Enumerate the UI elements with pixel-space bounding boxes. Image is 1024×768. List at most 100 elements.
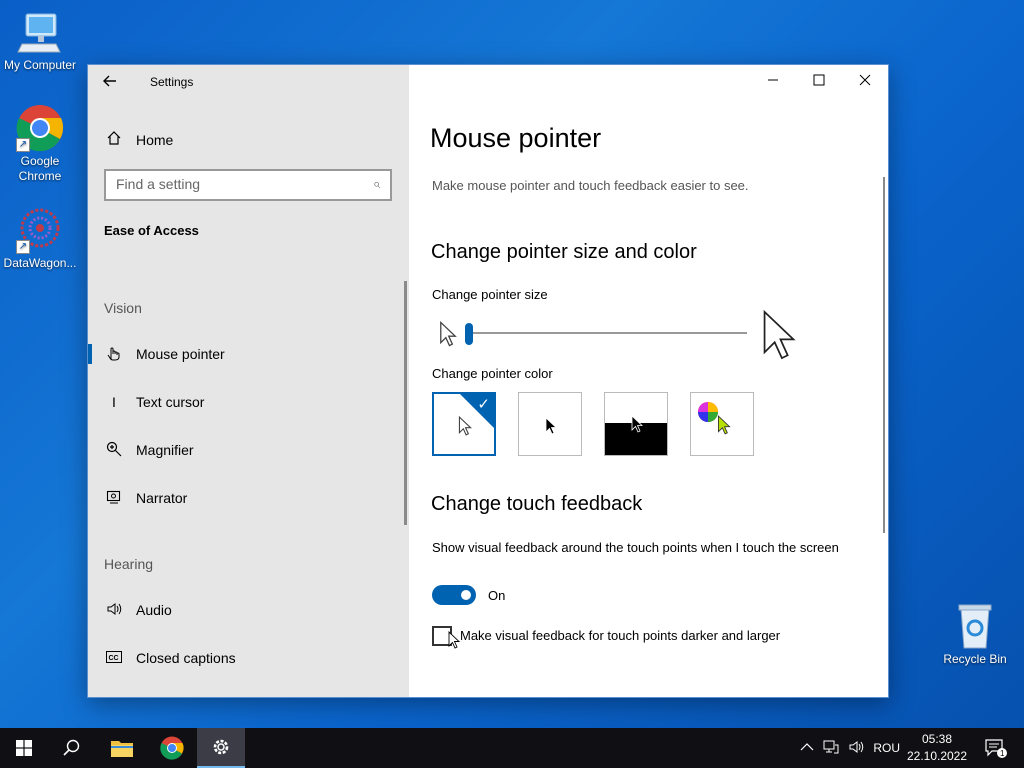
maximize-button[interactable] xyxy=(796,65,842,99)
settings-window: Settings Home Find a setting ⌕ Ease of A… xyxy=(87,64,889,698)
shortcut-arrow-icon: ↗ xyxy=(16,240,30,254)
system-tray: ROU xyxy=(800,728,900,768)
taskbar-chrome[interactable] xyxy=(148,728,196,768)
recycle-bin-icon xyxy=(951,602,999,650)
computer-icon xyxy=(16,8,64,56)
volume-icon[interactable] xyxy=(848,739,864,758)
page-description: Make mouse pointer and touch feedback ea… xyxy=(432,178,749,193)
custom-pointer-icon xyxy=(718,415,731,435)
app-title: Settings xyxy=(150,75,194,89)
start-button[interactable] xyxy=(0,728,48,768)
back-button[interactable] xyxy=(100,71,124,93)
pointer-color-black[interactable] xyxy=(518,392,582,456)
desktop-icon-label: Recycle Bin xyxy=(943,652,1007,666)
desktop-icon-datawagon[interactable]: ↗ DataWagon... xyxy=(0,206,80,271)
folder-icon xyxy=(111,741,133,757)
clock-date: 22.10.2022 xyxy=(906,749,968,763)
checkmark-icon: ✓ xyxy=(477,396,490,413)
network-icon[interactable] xyxy=(823,739,839,758)
notification-count: 1 xyxy=(1000,749,1005,758)
sidebar-item-label: Text cursor xyxy=(136,394,205,410)
touch-feedback-label: Show visual feedback around the touch po… xyxy=(432,540,839,555)
black-pointer-icon xyxy=(545,417,557,435)
home-label: Home xyxy=(136,132,174,148)
taskbar-file-explorer[interactable] xyxy=(98,728,146,768)
color-wheel-icon xyxy=(698,402,718,422)
taskbar: ROU 05:38 22.10.2022 1 xyxy=(0,728,1024,768)
pointer-color-inverted[interactable] xyxy=(604,392,668,456)
titlebar: Settings xyxy=(88,65,409,99)
close-button[interactable] xyxy=(842,65,888,99)
closed-captions-icon: CC xyxy=(104,650,124,667)
darker-feedback-label: Make visual feedback for touch points da… xyxy=(460,628,781,643)
touch-feedback-toggle[interactable] xyxy=(432,585,476,605)
clock[interactable]: 05:38 22.10.2022 xyxy=(905,731,969,765)
pointer-color-custom[interactable] xyxy=(690,392,754,456)
home-icon xyxy=(104,130,124,150)
sidebar-item-label: Narrator xyxy=(136,490,188,506)
main-scrollbar[interactable] xyxy=(883,177,885,533)
narrator-icon xyxy=(104,489,124,508)
minimize-icon xyxy=(768,79,778,81)
sidebar-item-audio[interactable]: Audio xyxy=(88,592,409,628)
notification-center-button[interactable]: 1 xyxy=(972,728,1020,768)
pointer-size-slider-track[interactable] xyxy=(467,332,747,334)
sidebar-item-label: Mouse pointer xyxy=(136,346,225,362)
small-pointer-icon xyxy=(439,320,457,352)
sidebar-item-magnifier[interactable]: Magnifier xyxy=(88,432,409,468)
desktop-icon-my-computer[interactable]: My Computer xyxy=(0,8,80,73)
clock-time: 05:38 xyxy=(921,732,953,746)
speaker-icon xyxy=(104,601,124,620)
inverted-pointer-icon xyxy=(631,415,643,433)
sidebar-item-label: Closed captions xyxy=(136,650,236,666)
pointer-color-label: Change pointer color xyxy=(432,366,553,381)
sidebar-item-label: Magnifier xyxy=(136,442,194,458)
desktop-icon-label: My Computer xyxy=(3,58,77,72)
large-pointer-icon xyxy=(761,309,797,366)
desktop-icon-google-chrome[interactable]: ↗ Google Chrome xyxy=(0,104,80,184)
svg-text:CC: CC xyxy=(109,655,119,662)
language-indicator[interactable]: ROU xyxy=(873,741,900,755)
mouse-pointer-icon xyxy=(104,345,124,364)
page-title: Mouse pointer xyxy=(430,123,602,153)
back-arrow-icon xyxy=(103,75,116,87)
sidebar-item-mouse-pointer[interactable]: Mouse pointer xyxy=(88,336,409,372)
desktop-icon-label: Google Chrome xyxy=(18,154,62,183)
desktop-icon-recycle-bin[interactable]: Recycle Bin xyxy=(935,602,1015,667)
search-placeholder: Find a setting xyxy=(116,176,201,192)
sidebar-item-closed-captions[interactable]: CC Closed captions xyxy=(88,640,409,676)
shortcut-arrow-icon: ↗ xyxy=(16,138,30,152)
chevron-up-icon[interactable] xyxy=(800,741,814,755)
sidebar-scrollbar[interactable] xyxy=(404,281,407,525)
toggle-state-label: On xyxy=(488,588,506,603)
group-label-vision: Vision xyxy=(104,300,142,316)
group-label-hearing: Hearing xyxy=(104,556,154,572)
home-link[interactable]: Home xyxy=(104,129,173,151)
maximize-icon xyxy=(813,74,825,86)
sidebar-item-label: Audio xyxy=(136,602,172,618)
windows-logo-icon xyxy=(16,740,32,756)
taskbar-settings[interactable] xyxy=(197,728,245,768)
search-input[interactable]: Find a setting ⌕ xyxy=(104,169,392,201)
minimize-button[interactable] xyxy=(750,65,796,99)
section-title: Ease of Access xyxy=(104,223,199,238)
chrome-icon xyxy=(160,736,184,760)
text-cursor-icon: I xyxy=(112,394,116,410)
chrome-icon: ↗ xyxy=(16,104,64,152)
magnifier-icon xyxy=(104,441,124,460)
notification-icon: 1 xyxy=(985,739,1007,758)
gear-icon xyxy=(213,739,229,755)
desktop-icon-label: DataWagon... xyxy=(3,256,77,270)
pointer-size-slider-thumb[interactable] xyxy=(465,323,473,345)
touch-section-heading: Change touch feedback xyxy=(431,493,643,515)
toggle-knob xyxy=(461,590,471,600)
pointer-color-white[interactable]: ✓ xyxy=(432,392,496,456)
taskbar-search-button[interactable] xyxy=(48,728,96,768)
sidebar-item-narrator[interactable]: Narrator xyxy=(88,480,409,516)
main-content: Mouse pointer Make mouse pointer and tou… xyxy=(409,65,888,697)
sidebar: Settings Home Find a setting ⌕ Ease of A… xyxy=(88,65,409,697)
sidebar-item-text-cursor[interactable]: I Text cursor xyxy=(88,384,409,420)
search-icon xyxy=(63,739,80,756)
white-pointer-icon xyxy=(458,416,472,436)
mouse-cursor-icon xyxy=(448,631,460,649)
